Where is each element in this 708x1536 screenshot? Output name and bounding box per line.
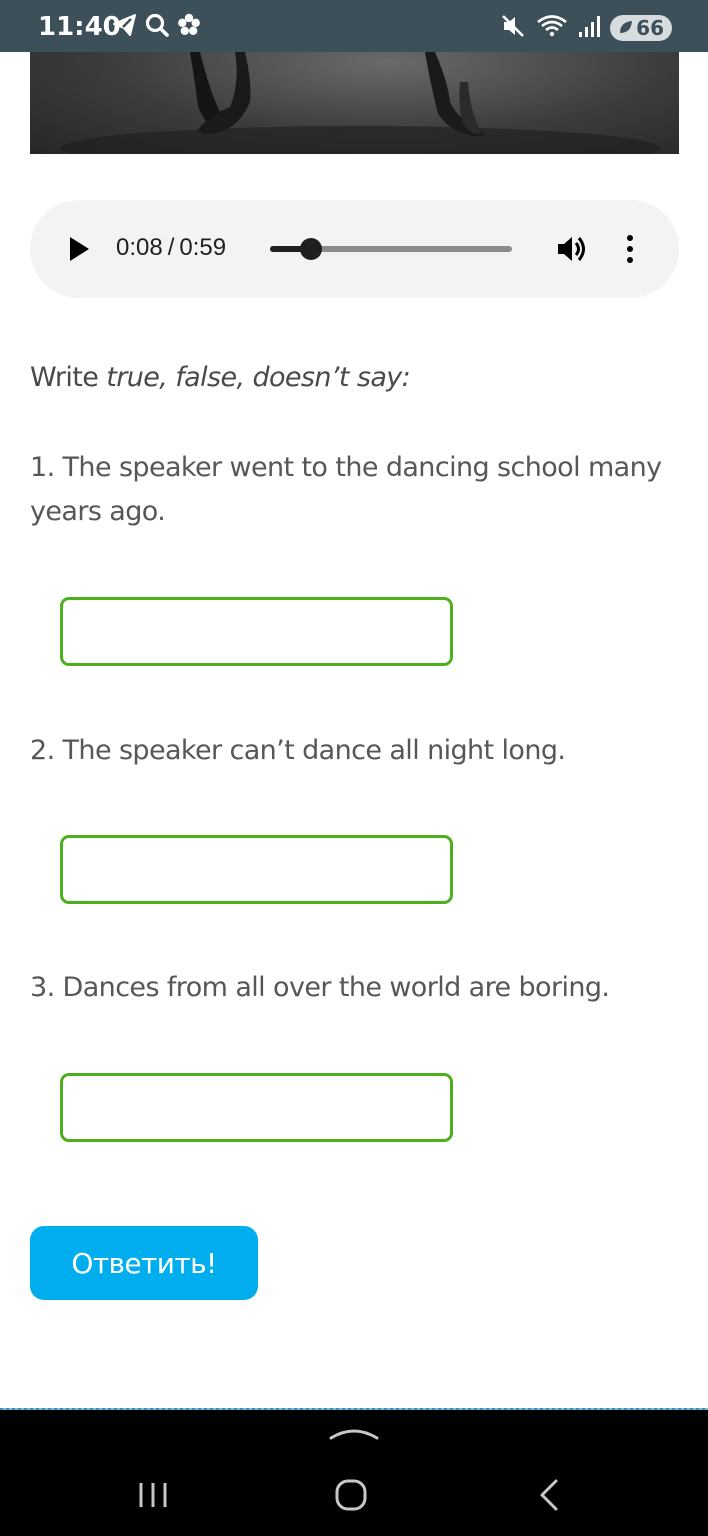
battery-level: 66 <box>636 16 664 40</box>
answer-input-3[interactable] <box>60 1073 453 1142</box>
navigation-bar <box>0 1410 708 1536</box>
volume-icon[interactable] <box>556 234 588 264</box>
flower-icon <box>176 12 202 43</box>
audio-time: 0:08/0:59 <box>116 234 226 262</box>
play-icon[interactable] <box>68 236 90 262</box>
status-right-icons: 66 <box>500 14 672 42</box>
wifi-icon <box>536 13 568 44</box>
battery-indicator: 66 <box>610 15 672 41</box>
instruction-options: true, false, doesn’t say: <box>106 362 411 393</box>
more-options-icon[interactable] <box>622 234 638 264</box>
status-time: 11:40 <box>38 12 121 42</box>
home-icon[interactable] <box>334 1478 368 1512</box>
status-bar: 11:40 66 <box>0 0 708 52</box>
time-separator: / <box>167 234 175 261</box>
back-icon[interactable] <box>536 1478 562 1512</box>
audio-progress-slider[interactable] <box>270 238 512 260</box>
status-left-icons <box>112 12 202 43</box>
mute-icon <box>500 13 526 44</box>
instruction-text: Write true, false, doesn’t say: <box>30 356 411 400</box>
audio-progress-thumb[interactable] <box>300 238 323 260</box>
battery-saver-icon <box>618 15 634 41</box>
question-1: 1. The speaker went to the dancing schoo… <box>30 452 662 527</box>
instruction-prefix: Write <box>30 362 99 393</box>
duration: 0:59 <box>179 234 227 261</box>
submit-button[interactable]: Ответить! <box>30 1226 258 1300</box>
hero-image <box>30 52 679 154</box>
question-3: 3. Dances from all over the world are bo… <box>30 972 610 1003</box>
current-time: 0:08 <box>116 234 163 261</box>
answer-input-2[interactable] <box>60 835 453 904</box>
question-2: 2. The speaker can’t dance all night lon… <box>30 735 566 766</box>
signal-icon <box>578 13 601 44</box>
recents-icon[interactable] <box>136 1478 170 1512</box>
audio-player: 0:08/0:59 <box>30 200 679 298</box>
search-icon <box>144 12 170 43</box>
answer-input-1[interactable] <box>60 597 453 666</box>
chevron-up-icon[interactable] <box>328 1420 380 1444</box>
telegram-icon <box>112 12 138 43</box>
